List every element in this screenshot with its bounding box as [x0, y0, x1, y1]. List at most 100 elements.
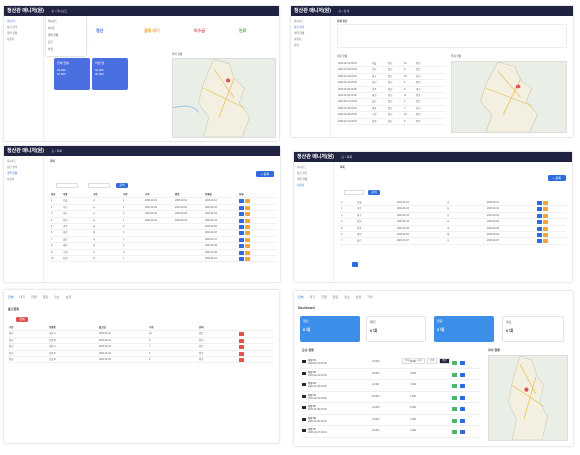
- summary-card[interactable]: 이번 달 34,000 20,000: [92, 58, 128, 90]
- row-action-button[interactable]: [239, 332, 244, 337]
- summary-card[interactable]: 전체 현황 23,000 10,000: [54, 58, 90, 90]
- row-action-button[interactable]: [239, 338, 244, 343]
- list-item[interactable]: 차량 07 2023.01.07 09:00 16,000 3,000: [302, 426, 480, 438]
- row-action-button[interactable]: [245, 250, 250, 255]
- map-view[interactable]: [488, 355, 568, 441]
- row-action-button[interactable]: [239, 256, 244, 261]
- dropdown-item[interactable]: 계약 현황: [48, 32, 84, 39]
- map-view[interactable]: [172, 58, 276, 138]
- table-row[interactable]: 정산 상품 E 2023.01.05 8 완료: [8, 357, 274, 364]
- row-action-button[interactable]: [543, 220, 548, 225]
- tab[interactable]: 전체: [298, 295, 304, 299]
- row-action-button[interactable]: [245, 205, 250, 210]
- row-action-button[interactable]: [245, 237, 250, 242]
- tab[interactable]: 전체: [8, 295, 14, 299]
- row-action-button[interactable]: [245, 244, 250, 249]
- tab[interactable]: 기타: [367, 295, 373, 299]
- row-action-button[interactable]: [543, 213, 548, 218]
- list-item[interactable]: 차량 01 2023.01.01 09:00 12,000 8,000: [302, 357, 480, 369]
- sidebar-item[interactable]: 사용자: [7, 177, 40, 183]
- row-action-button[interactable]: [452, 418, 457, 423]
- list-item[interactable]: 차량 06 2023.01.06 09:00 13,000 4,000: [302, 415, 480, 426]
- row-action-button[interactable]: [239, 231, 244, 236]
- sidebar-item[interactable]: 사용자: [7, 37, 40, 43]
- tab[interactable]: 대기: [20, 295, 26, 299]
- tab[interactable]: 취소: [344, 295, 350, 299]
- add-button[interactable]: + 등록: [548, 175, 566, 181]
- row-action-button[interactable]: [452, 361, 457, 365]
- row-action-button[interactable]: [245, 199, 250, 204]
- row-action-button[interactable]: [245, 231, 250, 236]
- row-action-button[interactable]: [239, 212, 244, 217]
- row-action-button[interactable]: [239, 244, 244, 249]
- row-action-button[interactable]: [239, 237, 244, 242]
- row-action-button[interactable]: [537, 213, 542, 218]
- row-action-button[interactable]: [537, 239, 542, 244]
- row-action-button[interactable]: [543, 239, 548, 244]
- row-action-button[interactable]: [537, 226, 542, 231]
- tab[interactable]: 진행: [321, 295, 327, 299]
- row-action-button[interactable]: [460, 418, 465, 423]
- dropdown-item[interactable]: 사이트: [48, 25, 84, 32]
- row-action-button[interactable]: [537, 220, 542, 225]
- dropdown-item[interactable]: 요금: [48, 39, 84, 46]
- summary-card[interactable]: 정산 0 대: [300, 316, 360, 342]
- row-action-button[interactable]: [239, 345, 244, 350]
- row-action-button[interactable]: [239, 205, 244, 210]
- list-item[interactable]: 차량 04 2023.01.04 09:00 18,000 6,000: [302, 392, 480, 403]
- pagination[interactable]: [352, 262, 358, 267]
- search-input[interactable]: [56, 183, 78, 188]
- row-action-button[interactable]: [537, 207, 542, 212]
- row-action-button[interactable]: [452, 384, 457, 388]
- row-action-button[interactable]: [460, 361, 465, 365]
- row-action-button[interactable]: [245, 212, 250, 217]
- list-item[interactable]: 차량 05 2023.01.05 09:00 14,000 5,000: [302, 403, 480, 415]
- search-input[interactable]: [344, 190, 364, 195]
- row-action-button[interactable]: [460, 407, 465, 411]
- row-action-button[interactable]: [245, 224, 250, 229]
- row-action-button[interactable]: [452, 430, 457, 434]
- tab[interactable]: 보류: [66, 295, 72, 299]
- row-action-button[interactable]: [452, 395, 457, 400]
- row-action-button[interactable]: [537, 201, 542, 205]
- summary-card[interactable]: 완료 0 대: [434, 316, 494, 342]
- map-view[interactable]: [451, 61, 567, 133]
- row-action-button[interactable]: [239, 218, 244, 223]
- summary-card[interactable]: 취소 0 대: [502, 316, 564, 342]
- row-action-button[interactable]: [543, 201, 548, 205]
- row-action-button[interactable]: [460, 395, 465, 400]
- row-action-button[interactable]: [239, 357, 244, 362]
- row-action-button[interactable]: [543, 207, 548, 212]
- tab[interactable]: 보류: [356, 295, 362, 299]
- row-action-button[interactable]: [452, 372, 457, 377]
- row-action-button[interactable]: [245, 218, 250, 223]
- dropdown-item[interactable]: 대시보드: [48, 18, 84, 25]
- row-action-button[interactable]: [239, 250, 244, 255]
- tab[interactable]: 진행: [31, 295, 37, 299]
- tab[interactable]: 대기: [310, 295, 316, 299]
- search-button[interactable]: 검색: [368, 190, 380, 195]
- row-action-button[interactable]: [245, 256, 250, 261]
- sidebar-item[interactable]: 설정: [294, 43, 327, 49]
- table-row[interactable]: 2023.01.10 09:00 창원 정산 5 완료: [337, 119, 445, 125]
- dropdown-item[interactable]: 설정: [48, 46, 84, 53]
- list-item[interactable]: 차량 02 2023.01.02 09:00 15,000 9,000: [302, 369, 480, 380]
- summary-card[interactable]: 대기 0 대: [366, 316, 426, 342]
- row-action-button[interactable]: [239, 224, 244, 229]
- row-action-button[interactable]: [460, 372, 465, 377]
- row-action-button[interactable]: [543, 226, 548, 231]
- sidebar-item[interactable]: 사용자: [297, 183, 330, 189]
- row-action-button[interactable]: [239, 351, 244, 356]
- tab[interactable]: 취소: [54, 295, 60, 299]
- search-button[interactable]: 검색: [116, 183, 128, 188]
- table-row[interactable]: 7 울산 2023.01.07 사 2023.02.07: [340, 238, 566, 245]
- filter-select[interactable]: [88, 183, 110, 188]
- row-action-button[interactable]: [543, 232, 548, 237]
- add-button[interactable]: + 등록: [256, 171, 274, 177]
- status-badge[interactable]: 전체: [16, 317, 28, 322]
- tab[interactable]: 완료: [43, 295, 49, 299]
- row-action-button[interactable]: [537, 232, 542, 237]
- row-action-button[interactable]: [239, 199, 244, 204]
- table-row[interactable]: 10 창원 차 1 2023.01.10: [50, 256, 276, 263]
- list-item[interactable]: 차량 03 2023.01.03 09:00 11,000 7,000: [302, 380, 480, 392]
